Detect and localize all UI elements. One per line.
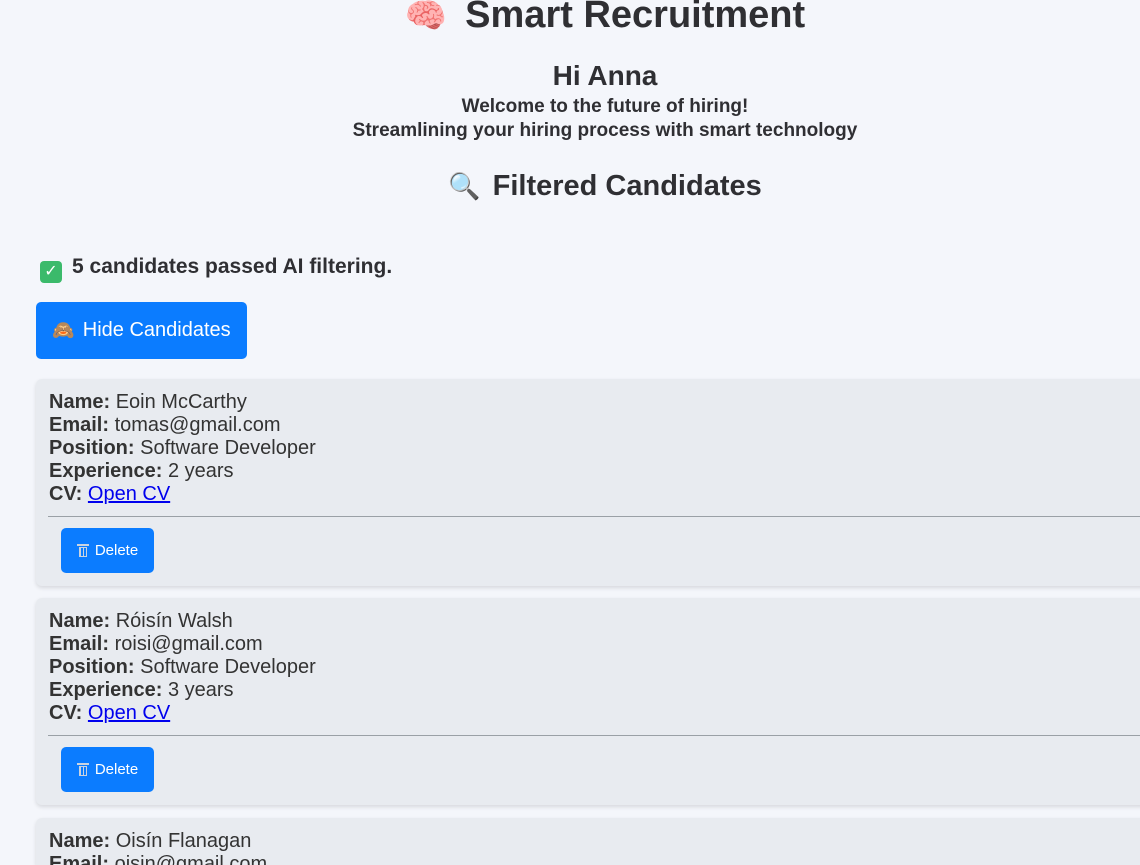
candidate-name-row: Name: Oisín Flanagan — [49, 830, 1140, 853]
open-cv-link[interactable]: Open CV — [88, 702, 170, 724]
candidate-name: Róisín Walsh — [115, 610, 233, 632]
section-title: 🔍 Filtered Candidates — [0, 170, 1140, 203]
candidate-experience-row: Experience: 3 years — [49, 679, 1140, 702]
section-title-text: Filtered Candidates — [492, 170, 762, 202]
cv-label: CV: — [49, 702, 83, 724]
card-divider — [48, 516, 1140, 517]
candidate-name-row: Name: Eoin McCarthy — [49, 391, 1140, 414]
email-label: Email: — [49, 853, 110, 865]
tagline-welcome: Welcome to the future of hiring! — [461, 96, 749, 117]
delete-button[interactable]: Delete — [61, 528, 154, 573]
brain-icon: 🧠 — [404, 0, 448, 35]
candidate-position: Software Developer — [140, 437, 316, 459]
name-label: Name: — [49, 830, 111, 852]
delete-button[interactable]: Delete — [61, 747, 154, 792]
candidate-experience: 2 years — [167, 460, 234, 482]
trash-icon — [76, 544, 89, 557]
delete-label: Delete — [94, 761, 139, 778]
candidate-card: Name: Eoin McCarthy Email: tomas@gmail.c… — [36, 379, 1140, 586]
candidate-email: roisi@gmail.com — [114, 633, 263, 655]
greeting: Hi Anna — [552, 60, 658, 91]
candidate-name: Eoin McCarthy — [115, 391, 247, 413]
candidate-card: Name: Róisín Walsh Email: roisi@gmail.co… — [36, 598, 1140, 805]
hide-candidates-button[interactable]: 🙈 Hide Candidates — [36, 302, 247, 359]
trash-icon — [76, 763, 89, 776]
position-label: Position: — [49, 656, 135, 678]
hide-candidates-label: Hide Candidates — [82, 319, 231, 341]
candidate-cv-row: CV: Open CV — [49, 483, 1140, 506]
candidate-name: Oisín Flanagan — [115, 830, 252, 852]
card-divider — [48, 735, 1140, 736]
candidate-email-row: Email: roisi@gmail.com — [49, 633, 1140, 656]
cv-label: CV: — [49, 483, 83, 505]
candidate-position-row: Position: Software Developer — [49, 656, 1140, 679]
see-no-evil-monkey-icon: 🙈 — [52, 320, 75, 340]
position-label: Position: — [49, 437, 135, 459]
check-icon: ✓ — [40, 261, 62, 283]
filter-status-text: 5 candidates passed AI filtering. — [72, 255, 393, 278]
filter-status: ✓ 5 candidates passed AI filtering. — [40, 255, 392, 283]
magnifier-icon: 🔍 — [448, 171, 481, 201]
experience-label: Experience: — [49, 679, 163, 701]
delete-label: Delete — [94, 542, 139, 559]
candidate-position-row: Position: Software Developer — [49, 437, 1140, 460]
experience-label: Experience: — [49, 460, 163, 482]
name-label: Name: — [49, 391, 111, 413]
tagline-streamlining: Streamlining your hiring process with sm… — [352, 120, 858, 141]
candidate-email: oisin@gmail.com — [114, 853, 268, 865]
app-title: 🧠 Smart Recruitment — [0, 0, 1140, 37]
candidate-experience: 3 years — [167, 679, 234, 701]
candidate-card: Name: Oisín Flanagan Email: oisin@gmail.… — [36, 818, 1140, 865]
app-title-text: Smart Recruitment — [465, 0, 806, 36]
candidate-position: Software Developer — [140, 656, 316, 678]
candidate-name-row: Name: Róisín Walsh — [49, 610, 1140, 633]
candidate-email-row: Email: oisin@gmail.com — [49, 853, 1140, 865]
email-label: Email: — [49, 414, 110, 436]
email-label: Email: — [49, 633, 110, 655]
candidate-email: tomas@gmail.com — [114, 414, 281, 436]
name-label: Name: — [49, 610, 111, 632]
open-cv-link[interactable]: Open CV — [88, 483, 170, 505]
candidate-cv-row: CV: Open CV — [49, 702, 1140, 725]
candidate-email-row: Email: tomas@gmail.com — [49, 414, 1140, 437]
candidate-experience-row: Experience: 2 years — [49, 460, 1140, 483]
